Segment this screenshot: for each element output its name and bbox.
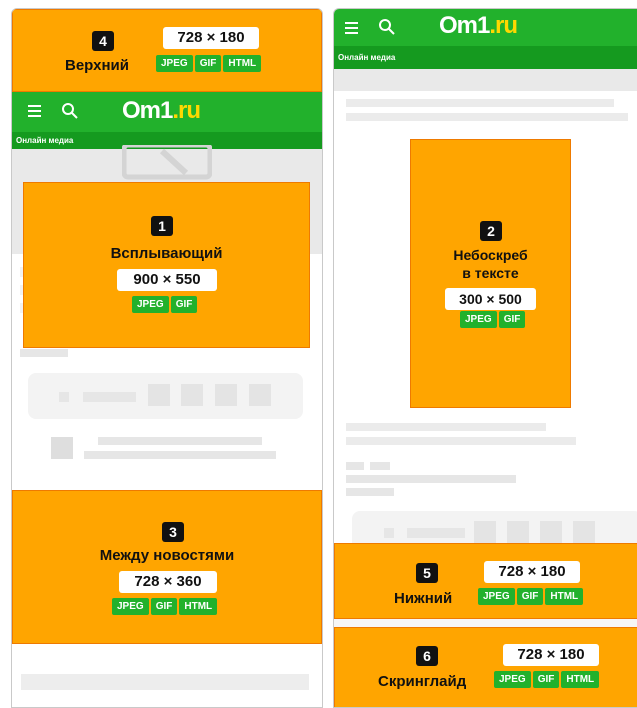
mobile-mockup-right: Om1.ru Онлайн медиа 2 Небоскреб в тексте… (333, 8, 637, 708)
format-badge-html: HTML (545, 588, 584, 605)
news-thumb-placeholder (51, 437, 73, 459)
text-placeholder (346, 462, 364, 470)
ad-number-badge: 5 (416, 563, 438, 583)
format-badge-jpeg: JPEG (478, 588, 515, 605)
image-placeholder-icon (122, 145, 212, 180)
pagination-square (474, 521, 496, 543)
ad-name: Между новостями (99, 547, 235, 564)
ad-size: 300 × 500 (445, 288, 536, 310)
ad-between-news[interactable]: 3 Между новостями 728 × 360 JPEG GIF HTM… (12, 490, 322, 644)
text-placeholder (346, 423, 546, 431)
text-placeholder (20, 267, 23, 277)
text-placeholder (20, 285, 23, 295)
ad-number-badge: 6 (416, 646, 438, 666)
format-badge-jpeg: JPEG (112, 598, 149, 615)
format-badge-gif: GIF (498, 311, 526, 328)
ad-bottom[interactable]: 5 Нижний 728 × 180 JPEG GIF HTML (334, 543, 637, 619)
format-badge-gif: GIF (532, 671, 560, 688)
page-separator (334, 619, 637, 627)
pagination-square (573, 521, 595, 543)
ad-size: 728 × 360 (119, 571, 217, 593)
format-badge-html: HTML (561, 671, 600, 688)
pagination-square (540, 521, 562, 543)
format-badge-jpeg: JPEG (132, 296, 169, 313)
format-badge-jpeg: JPEG (156, 55, 193, 72)
ad-name-line1: Небоскреб (453, 247, 528, 263)
search-icon[interactable] (61, 102, 79, 120)
ad-number-badge: 2 (480, 221, 502, 241)
ad-size: 728 × 180 (503, 644, 599, 666)
ad-name: Всплывающий (110, 245, 223, 262)
site-logo[interactable]: Om1.ru (122, 97, 201, 125)
ad-popup[interactable]: 1 Всплывающий 900 × 550 JPEG GIF (23, 182, 310, 348)
format-badge-jpeg: JPEG (494, 671, 531, 688)
ad-name: Верхний (65, 57, 129, 74)
site-tagline: Онлайн медиа (334, 46, 637, 69)
text-placeholder (84, 451, 276, 459)
format-badges: JPEG GIF HTML (494, 671, 600, 688)
pagination-square (148, 384, 170, 406)
ad-number-badge: 1 (151, 216, 173, 236)
format-badges: JPEG GIF HTML (478, 588, 584, 605)
format-badges: JPEG GIF HTML (112, 598, 218, 615)
hamburger-icon[interactable] (27, 103, 43, 119)
format-badges: JPEG GIF HTML (156, 55, 262, 72)
ad-number-badge: 4 (92, 31, 114, 51)
site-header: Om1.ru (334, 9, 637, 46)
pagination-square (181, 384, 203, 406)
ad-number-badge: 3 (162, 522, 184, 542)
text-placeholder (370, 462, 390, 470)
pagination-dot (59, 392, 69, 402)
pagination-bar (83, 392, 136, 402)
format-badge-html: HTML (179, 598, 218, 615)
text-placeholder (346, 437, 576, 445)
text-placeholder (346, 475, 516, 483)
ad-screenglide[interactable]: 6 Скринглайд 728 × 180 JPEG GIF HTML (334, 627, 637, 707)
site-header: Om1.ru (12, 92, 322, 132)
format-badge-jpeg: JPEG (460, 311, 497, 328)
ad-size: 728 × 180 (163, 27, 259, 49)
text-placeholder (98, 437, 262, 445)
format-badge-gif: GIF (170, 296, 198, 313)
mobile-mockup-left: 4 Верхний 728 × 180 JPEG GIF HTML Om1.ru… (11, 8, 323, 708)
pagination-dot (384, 528, 394, 538)
ad-size: 728 × 180 (484, 561, 580, 583)
site-logo[interactable]: Om1.ru (439, 12, 518, 40)
search-icon[interactable] (378, 18, 396, 36)
ad-skyscraper[interactable]: 2 Небоскреб в тексте 300 × 500 JPEG GIF (410, 139, 571, 408)
format-badge-gif: GIF (150, 598, 178, 615)
header-strip-placeholder (334, 69, 637, 91)
pagination-square (507, 521, 529, 543)
ad-name: Нижний (394, 590, 453, 607)
text-placeholder (20, 303, 23, 313)
text-placeholder (346, 113, 628, 121)
pagination-square (249, 384, 271, 406)
text-placeholder (20, 349, 68, 357)
text-placeholder (346, 99, 614, 107)
ad-top[interactable]: 4 Верхний 728 × 180 JPEG GIF HTML (12, 9, 322, 92)
hamburger-icon[interactable] (344, 20, 360, 36)
pagination-bar (407, 528, 465, 538)
pagination-square (215, 384, 237, 406)
text-placeholder (21, 674, 309, 690)
ad-name-line2: в тексте (462, 265, 519, 281)
ad-size: 900 × 550 (117, 269, 217, 291)
format-badges: JPEG GIF (132, 296, 198, 313)
format-badge-gif: GIF (516, 588, 544, 605)
text-placeholder (346, 488, 394, 496)
format-badge-html: HTML (223, 55, 262, 72)
format-badges: JPEG GIF (460, 311, 526, 328)
ad-name: Скринглайд (378, 673, 467, 690)
format-badge-gif: GIF (194, 55, 222, 72)
